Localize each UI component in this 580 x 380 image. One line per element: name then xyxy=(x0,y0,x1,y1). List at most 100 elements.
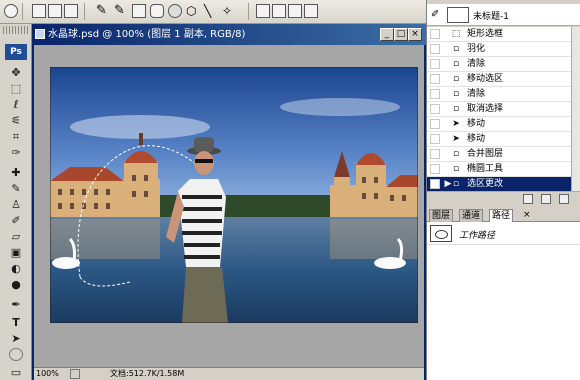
new-snapshot-icon[interactable] xyxy=(541,194,551,204)
custom-shape-icon[interactable]: ✧ xyxy=(222,4,236,18)
history-item-label: 取消选择 xyxy=(467,104,504,114)
ellipse-tool-icon[interactable] xyxy=(9,348,23,361)
intersect-icon[interactable] xyxy=(288,4,302,18)
history-brush-icon: ✐ xyxy=(431,9,440,20)
separator xyxy=(22,3,23,20)
canvas-image[interactable] xyxy=(50,67,418,323)
brush-tool-icon[interactable]: ✎ xyxy=(8,182,24,195)
eraser-tool-icon[interactable]: ▱ xyxy=(8,230,24,243)
line-icon[interactable]: ╲ xyxy=(204,4,218,18)
maximize-icon[interactable]: □ xyxy=(394,28,408,41)
history-checkbox[interactable] xyxy=(430,119,440,129)
minimize-icon[interactable]: _ xyxy=(380,28,394,41)
subtract-selection-icon[interactable] xyxy=(64,4,78,18)
rectangle-shape-icon[interactable] xyxy=(132,4,146,18)
history-snapshot-row[interactable]: ✐ 未标题-1 xyxy=(427,4,580,26)
path-select-icon[interactable]: ➤ xyxy=(8,332,24,345)
history-item[interactable]: ▫ 椭圆工具 xyxy=(427,162,571,177)
canvas-area[interactable] xyxy=(34,45,424,367)
ellipse-marquee-icon[interactable] xyxy=(4,4,18,18)
healing-brush-icon[interactable]: ✚ xyxy=(8,166,24,179)
status-bar: 100% 文档:512.7K/1.58M xyxy=(34,367,424,380)
history-item[interactable]: ▫ 移动选区 xyxy=(427,72,571,87)
new-selection-icon[interactable] xyxy=(32,4,46,18)
status-menu-icon[interactable] xyxy=(70,369,80,379)
blur-tool-icon[interactable]: ◐ xyxy=(8,262,24,275)
separator xyxy=(248,3,249,20)
move-icon: ➤ xyxy=(452,134,460,144)
add-selection-icon[interactable] xyxy=(48,4,62,18)
crop-tool-icon[interactable]: ⌗ xyxy=(8,130,24,143)
history-item[interactable]: ▫ 羽化 xyxy=(427,42,571,57)
move-tool-icon[interactable]: ✥ xyxy=(8,66,24,79)
exclude-icon[interactable] xyxy=(304,4,318,18)
close-icon[interactable]: × xyxy=(408,28,422,41)
document-icon xyxy=(35,29,45,39)
pen-icon[interactable]: ✎ xyxy=(96,4,110,18)
magic-wand-icon[interactable]: ⚟ xyxy=(8,114,24,127)
move-selection-icon: ▫ xyxy=(452,74,460,84)
tab-paths[interactable]: 路径 xyxy=(489,209,514,222)
pen-tool-icon[interactable]: ✒ xyxy=(8,298,24,311)
history-item-label: 合并图层 xyxy=(467,149,504,159)
marquee-tool-icon[interactable]: ⬚ xyxy=(8,82,24,95)
ellipse-shape-icon[interactable] xyxy=(168,4,182,18)
history-item[interactable]: ▫ 清除 xyxy=(427,57,571,72)
history-item[interactable]: ➤ 移动 xyxy=(427,132,571,147)
history-item-label: 清除 xyxy=(467,59,486,69)
path-name: 工作路径 xyxy=(459,231,496,241)
polygon-icon[interactable]: ⬡ xyxy=(186,4,200,18)
history-checkbox[interactable] xyxy=(430,104,440,114)
history-list: ⬚ 矩形选框 ▫ 羽化 ▫ 清除 ▫ 移动选区 ▫ 清除 ▫ 取消选择 ➤ 移动 ➤ 移动 ▫ 合… xyxy=(427,27,571,192)
paths-list: 工作路径 xyxy=(427,222,580,380)
tab-layers[interactable]: 图层 xyxy=(429,209,454,222)
tab-channels[interactable]: 通道 xyxy=(459,209,484,222)
history-checkbox[interactable] xyxy=(430,44,440,54)
history-brush-icon[interactable]: ✐ xyxy=(8,214,24,227)
lasso-tool-icon[interactable]: ℓ xyxy=(8,98,24,111)
history-checkbox[interactable] xyxy=(430,149,440,159)
document-titlebar[interactable]: 水晶球.psd @ 100% (图层 1 副本, RGB/8) _ □ × xyxy=(32,24,426,45)
notes-icon[interactable]: ▭ xyxy=(8,366,24,379)
history-item[interactable]: ⬚ 矩形选框 xyxy=(427,27,571,42)
dodge-tool-icon[interactable]: ● xyxy=(8,278,24,291)
freeform-pen-icon[interactable]: ✎ xyxy=(114,4,128,18)
history-item-label: 移动 xyxy=(467,134,486,144)
merge-layers-icon: ▫ xyxy=(452,149,460,159)
history-checkbox[interactable] xyxy=(430,164,440,174)
history-checkbox[interactable] xyxy=(430,29,440,39)
toolbox-grip[interactable] xyxy=(3,26,29,34)
path-item[interactable]: 工作路径 xyxy=(427,223,580,245)
history-item-label: 选区更改 xyxy=(467,179,504,189)
gradient-tool-icon[interactable]: ▣ xyxy=(8,246,24,259)
history-checkbox[interactable] xyxy=(430,74,440,84)
history-item-selected[interactable]: ▶ ▫ 选区更改 xyxy=(427,177,571,192)
ps-logo[interactable]: Ps xyxy=(5,44,27,60)
rounded-rect-icon[interactable] xyxy=(150,4,164,18)
history-scrollbar[interactable] xyxy=(571,27,580,191)
history-item[interactable]: ▫ 清除 xyxy=(427,87,571,102)
history-checkbox[interactable] xyxy=(430,134,440,144)
history-item[interactable]: ➤ 移动 xyxy=(427,117,571,132)
selection-change-icon: ▫ xyxy=(452,179,460,189)
paths-panel-tabs: 图层 通道 路径 × xyxy=(427,208,580,222)
trash-icon[interactable] xyxy=(559,194,569,204)
subtract-area-icon[interactable] xyxy=(272,4,286,18)
zoom-level[interactable]: 100% xyxy=(36,368,59,380)
history-item[interactable]: ▫ 取消选择 xyxy=(427,102,571,117)
combine-icon[interactable] xyxy=(256,4,270,18)
history-checkbox[interactable] xyxy=(430,89,440,99)
type-tool-icon[interactable]: T xyxy=(8,316,24,329)
slice-tool-icon[interactable]: ✑ xyxy=(8,146,24,159)
clear-icon: ▫ xyxy=(452,59,460,69)
document-info: 文档:512.7K/1.58M xyxy=(110,369,185,378)
history-item-label: 矩形选框 xyxy=(467,29,504,39)
deselect-icon: ▫ xyxy=(452,104,460,114)
new-document-icon[interactable] xyxy=(523,194,533,204)
close-icon[interactable]: × xyxy=(521,209,533,222)
history-checkbox[interactable] xyxy=(430,59,440,69)
document-title: 水晶球.psd @ 100% (图层 1 副本, RGB/8) xyxy=(48,29,246,40)
clone-stamp-icon[interactable]: ♙ xyxy=(8,198,24,211)
history-item[interactable]: ▫ 合并图层 xyxy=(427,147,571,162)
history-checkbox[interactable] xyxy=(430,179,440,189)
